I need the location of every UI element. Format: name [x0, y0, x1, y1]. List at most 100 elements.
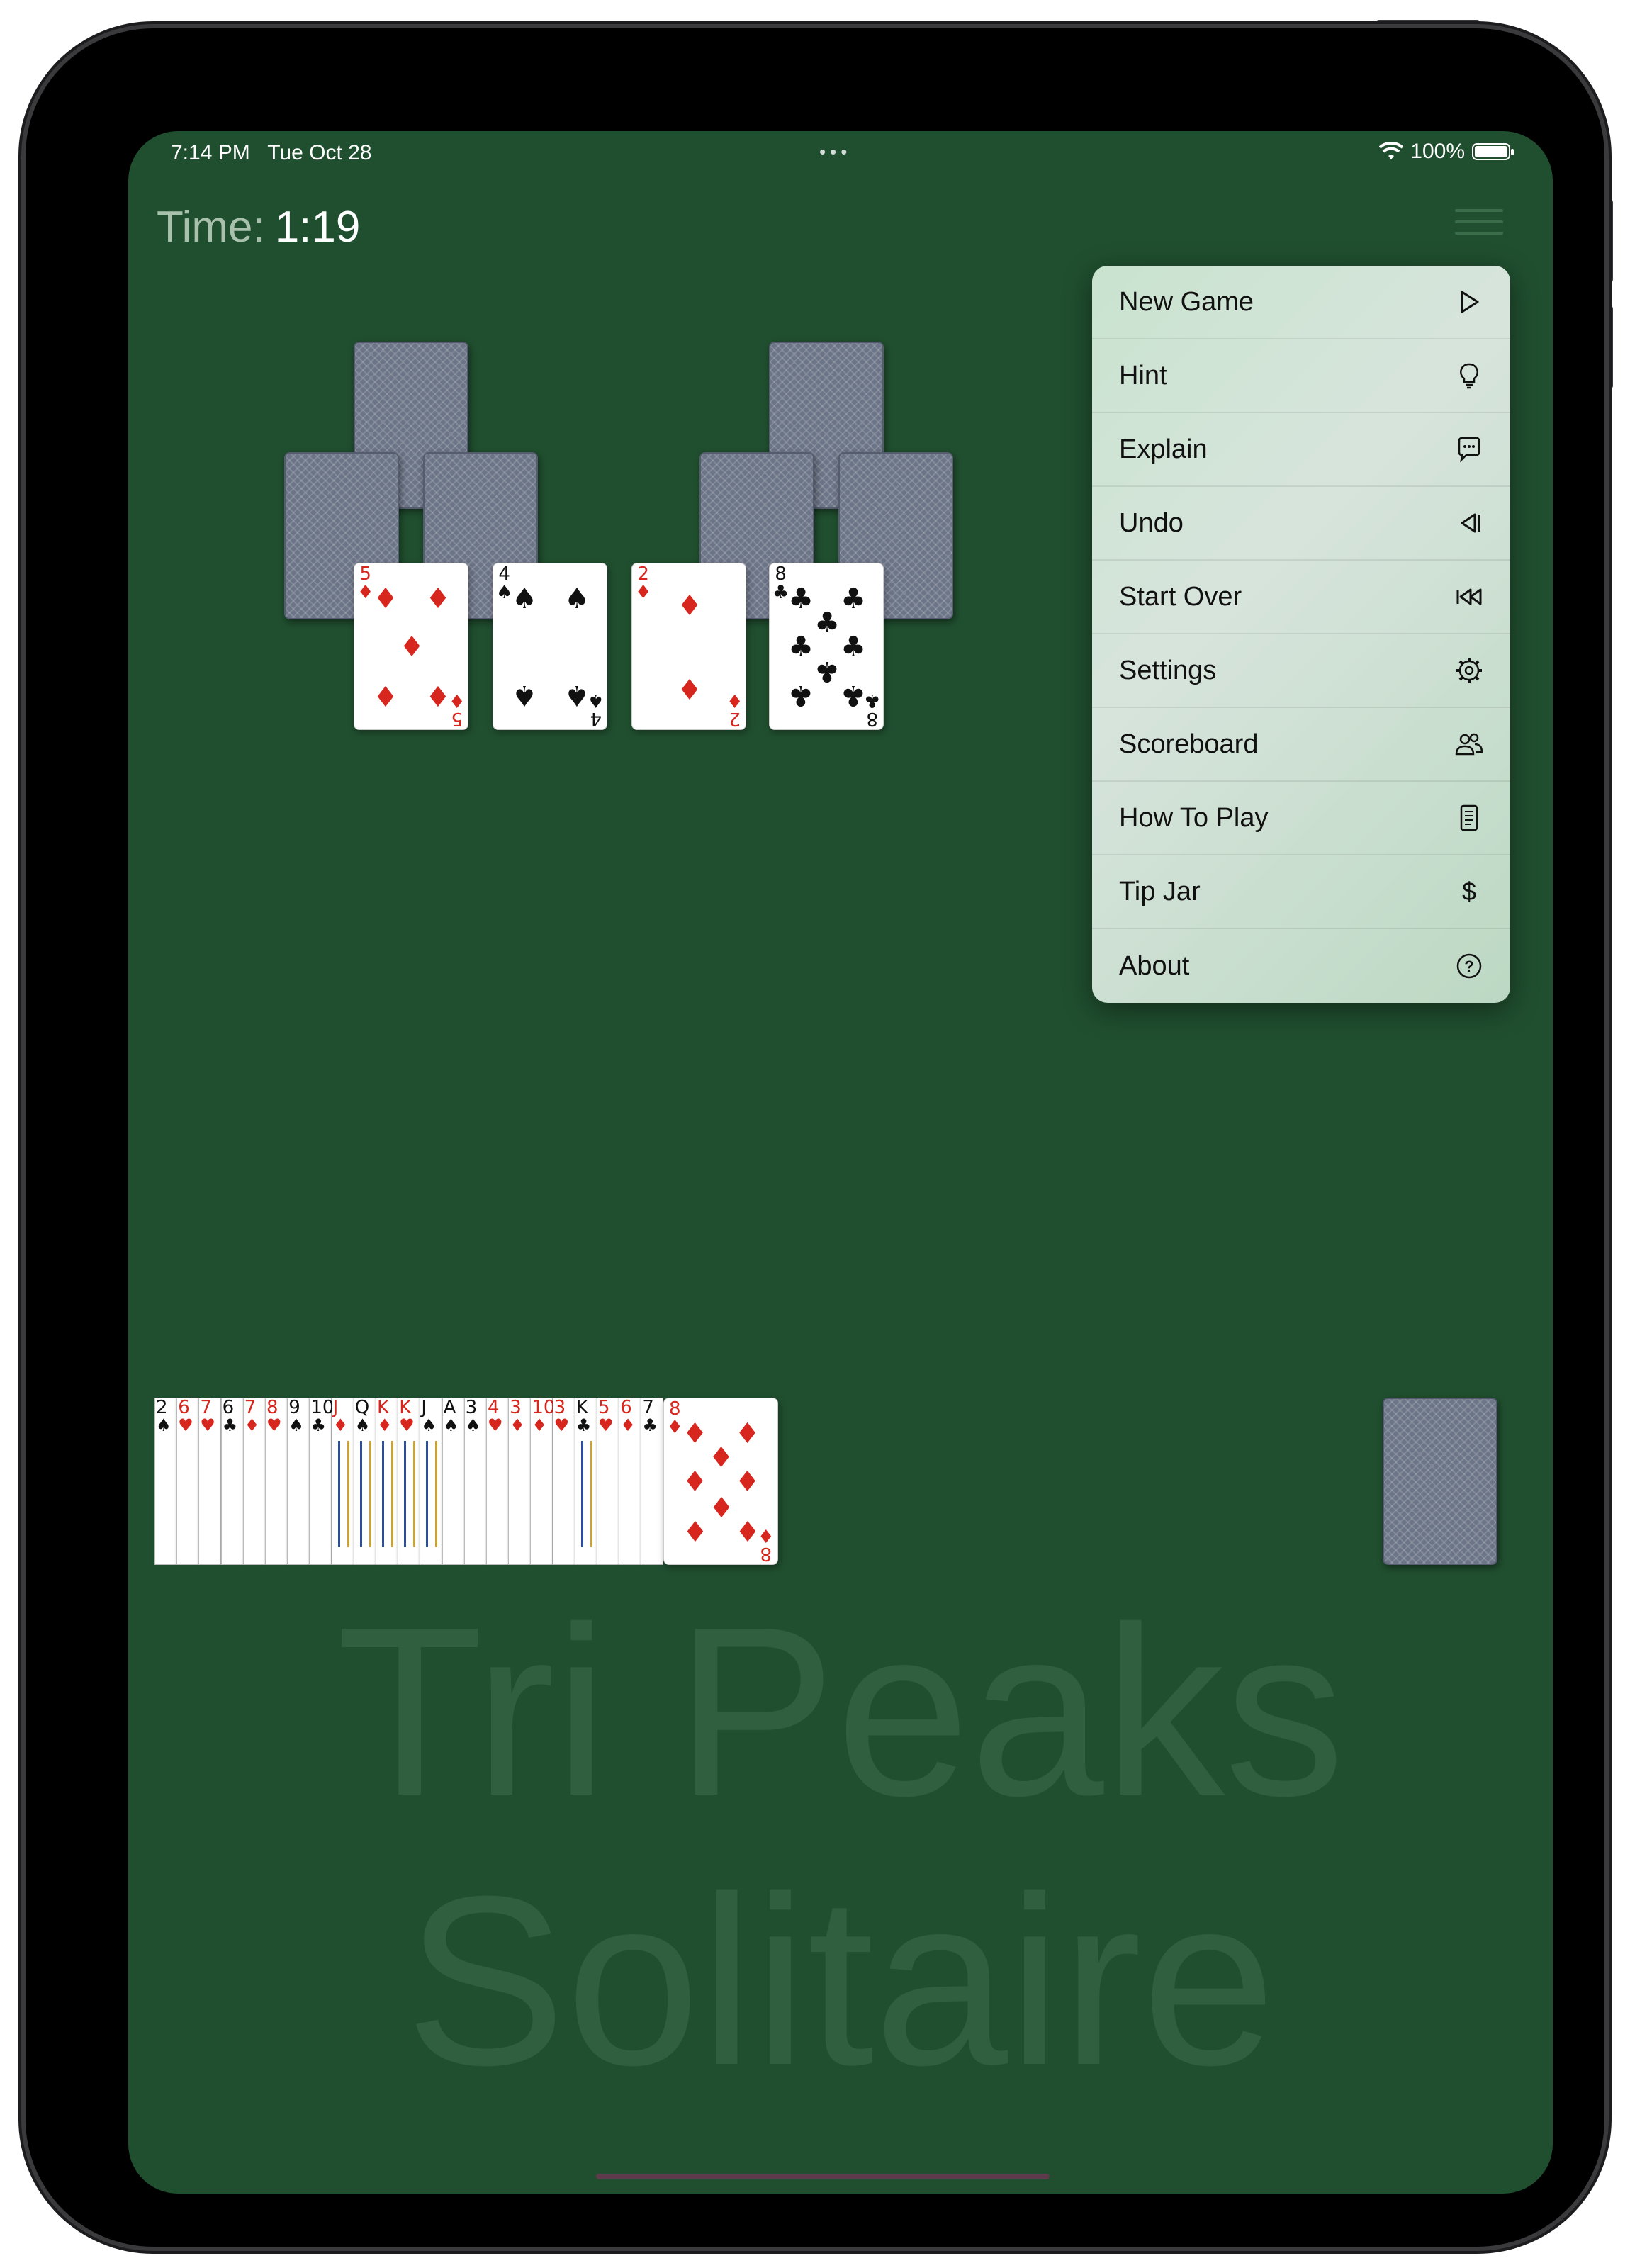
menu-item-label: New Game: [1119, 286, 1254, 317]
card-rank: J: [332, 1397, 339, 1418]
volume-up-button: [1604, 198, 1613, 284]
waste-card: 8 ♥: [265, 1398, 288, 1565]
watermark-title-line1: Tri Peaks: [336, 1577, 1345, 1846]
card-rank: 3: [465, 1397, 478, 1418]
status-time: 7:14 PM Tue Oct 28: [171, 141, 372, 165]
menu-item-hint[interactable]: Hint: [1092, 339, 1510, 413]
waste-card: 7 ♦: [242, 1397, 266, 1565]
suit-pip: ♠: [564, 583, 590, 615]
battery-icon: [1472, 143, 1514, 160]
card-suit: ♠: [421, 1415, 437, 1435]
card-rank: 8: [266, 1397, 279, 1418]
card-suit: ♣: [222, 1415, 238, 1435]
menu-item-new-game[interactable]: New Game: [1092, 266, 1510, 339]
menu-item-how-to-play[interactable]: How To Play: [1092, 782, 1510, 855]
card-suit: ♦: [532, 1415, 547, 1435]
svg-text:?: ?: [1464, 958, 1473, 975]
waste-card: K ♦: [376, 1398, 398, 1565]
waste-top-card[interactable]: 8 ♦ 8 ♦ ♦ ♦ ♦ ♦ ♦ ♦ ♦ ♦: [663, 1398, 778, 1565]
multitasking-dots[interactable]: •••: [819, 141, 851, 163]
card-suit: ♦: [666, 1417, 683, 1438]
card-suit: ♣: [863, 690, 880, 711]
card-rank: 7: [244, 1397, 257, 1418]
stock-pile[interactable]: [1383, 1398, 1497, 1565]
card-rank: K: [399, 1397, 412, 1418]
menu-item-explain[interactable]: Explain: [1092, 413, 1510, 487]
suit-pip: ♣: [841, 679, 866, 712]
card-corner-index: 2 ♦: [635, 565, 651, 602]
peak-card[interactable]: 4 ♠ 4 ♠ ♠ ♠ ♠ ♠: [493, 563, 607, 730]
card-rank: 8: [866, 708, 878, 729]
timer-value: 1:19: [274, 203, 361, 252]
waste-card: 6 ♣: [220, 1397, 244, 1565]
waste-card: 6 ♥: [176, 1398, 200, 1565]
card-suit: ♥: [598, 1415, 614, 1435]
card-rank: 5: [359, 563, 371, 585]
card-rank: 8: [668, 1398, 681, 1420]
suit-pip: ♦: [682, 1466, 708, 1498]
card-rank: 10: [310, 1397, 335, 1418]
home-indicator[interactable]: [596, 2174, 1050, 2179]
card-suit: ♠: [443, 1415, 459, 1435]
card-rank: 8: [760, 1543, 772, 1564]
court-card-art: [580, 1441, 592, 1547]
card-corner-index: 4 ♠: [496, 565, 512, 602]
card-rank: 4: [498, 563, 510, 585]
suit-pip: ♠: [564, 679, 590, 712]
waste-card: J ♠: [420, 1397, 443, 1565]
suit-pip: ♦: [734, 1514, 760, 1546]
card-suit: ♦: [377, 1415, 393, 1435]
suit-pip: ♦: [425, 583, 451, 615]
waste-card: 3 ♦: [508, 1398, 532, 1565]
play-icon: [1461, 291, 1479, 313]
card-suit: ♠: [496, 582, 513, 603]
waste-card: 7 ♣: [641, 1398, 664, 1565]
waste-card: K ♥: [398, 1397, 421, 1565]
waste-card: 5 ♥: [597, 1398, 619, 1565]
card-suit: ♥: [399, 1415, 415, 1435]
suit-pip: ♦: [399, 631, 425, 663]
card-rank: 8: [775, 563, 787, 585]
menu-item-label: Hint: [1119, 360, 1167, 391]
speech-bubble-icon: [1458, 437, 1480, 463]
menu-item-undo[interactable]: Undo: [1092, 487, 1510, 561]
menu-item-scoreboard[interactable]: Scoreboard: [1092, 708, 1510, 782]
menu-item-about[interactable]: About?: [1092, 929, 1510, 1003]
card-rank: 6: [222, 1397, 235, 1418]
card-suit: ♠: [587, 690, 604, 711]
waste-card: 9 ♠: [287, 1398, 310, 1565]
card-corner-index: 8 ♣: [772, 565, 789, 602]
game-menu: New Game Hint Explain Undo Start Over Setting…: [1092, 266, 1510, 1003]
ipad-frame: 7:14 PM Tue Oct 28 ••• 100% Time: 1:19 Tr…: [26, 28, 1604, 2247]
card-rank: 7: [200, 1397, 212, 1418]
card-suit: ♦: [635, 582, 652, 603]
suit-pip: ♦: [677, 672, 702, 704]
card-suit: ♦: [357, 582, 374, 603]
peak-card[interactable]: 2 ♦ 2 ♦ ♦ ♦: [631, 563, 746, 730]
waste-card: Q ♠: [353, 1397, 376, 1565]
dollar-icon: $: [1462, 877, 1476, 906]
card-suit: ♦: [510, 1415, 525, 1435]
peak-card[interactable]: 5 ♦ 5 ♦ ♦ ♦ ♦ ♦ ♦: [354, 563, 468, 730]
card-rank: K: [575, 1397, 588, 1418]
card-rank: J: [421, 1397, 427, 1418]
card-suit: ♣: [772, 582, 789, 603]
menu-item-label: Tip Jar: [1119, 876, 1201, 906]
card-rank: 2: [156, 1397, 168, 1418]
suit-pip: ♣: [788, 583, 814, 615]
card-rank: Q: [354, 1397, 370, 1418]
clock: 7:14 PM: [171, 141, 250, 164]
date: Tue Oct 28: [267, 141, 372, 164]
menu-icon[interactable]: [1455, 209, 1503, 249]
menu-item-tip-jar[interactable]: Tip Jar $: [1092, 855, 1510, 929]
menu-item-label: How To Play: [1119, 802, 1269, 833]
suit-pip: ♠: [512, 583, 537, 615]
waste-card: 3 ♥: [552, 1398, 575, 1565]
card-rank: 2: [637, 563, 649, 585]
menu-item-start-over[interactable]: Start Over: [1092, 561, 1510, 634]
menu-item-settings[interactable]: Settings: [1092, 634, 1510, 708]
suit-pip: ♦: [682, 1418, 708, 1450]
suit-pip: ♣: [788, 631, 814, 663]
peak-card[interactable]: 8 ♣ 8 ♣ ♣ ♣ ♣ ♣ ♣ ♣ ♣ ♣: [769, 563, 884, 730]
suit-pip: ♦: [373, 583, 398, 615]
